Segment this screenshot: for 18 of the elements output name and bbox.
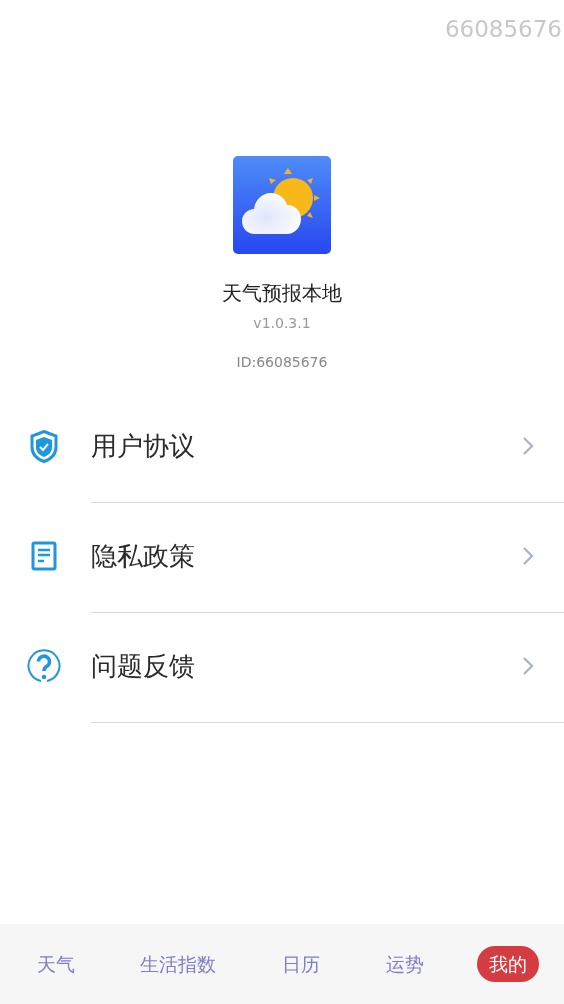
document-icon xyxy=(30,541,57,571)
shield-check-icon xyxy=(29,429,58,463)
app-name: 天气预报本地 xyxy=(222,280,342,306)
app-logo-icon xyxy=(233,156,331,254)
chevron-right-icon xyxy=(522,545,534,566)
menu-item[interactable]: 问题反馈 xyxy=(0,613,564,723)
tab[interactable]: 天气 xyxy=(24,946,87,982)
version-label: v1.0.3.1 xyxy=(253,314,311,332)
tab[interactable]: 运势 xyxy=(373,946,436,982)
tab[interactable]: 我的 xyxy=(477,946,540,982)
tab[interactable]: 生活指数 xyxy=(128,946,229,982)
question-icon xyxy=(26,649,61,683)
chevron-right-icon xyxy=(522,655,534,676)
app-id-label: ID:66085676 xyxy=(236,353,328,371)
menu-item[interactable]: 隐私政策 xyxy=(0,503,564,613)
tab[interactable]: 日历 xyxy=(270,946,332,982)
chevron-right-icon xyxy=(522,435,534,456)
menu-item[interactable]: 用户协议 xyxy=(0,393,564,503)
